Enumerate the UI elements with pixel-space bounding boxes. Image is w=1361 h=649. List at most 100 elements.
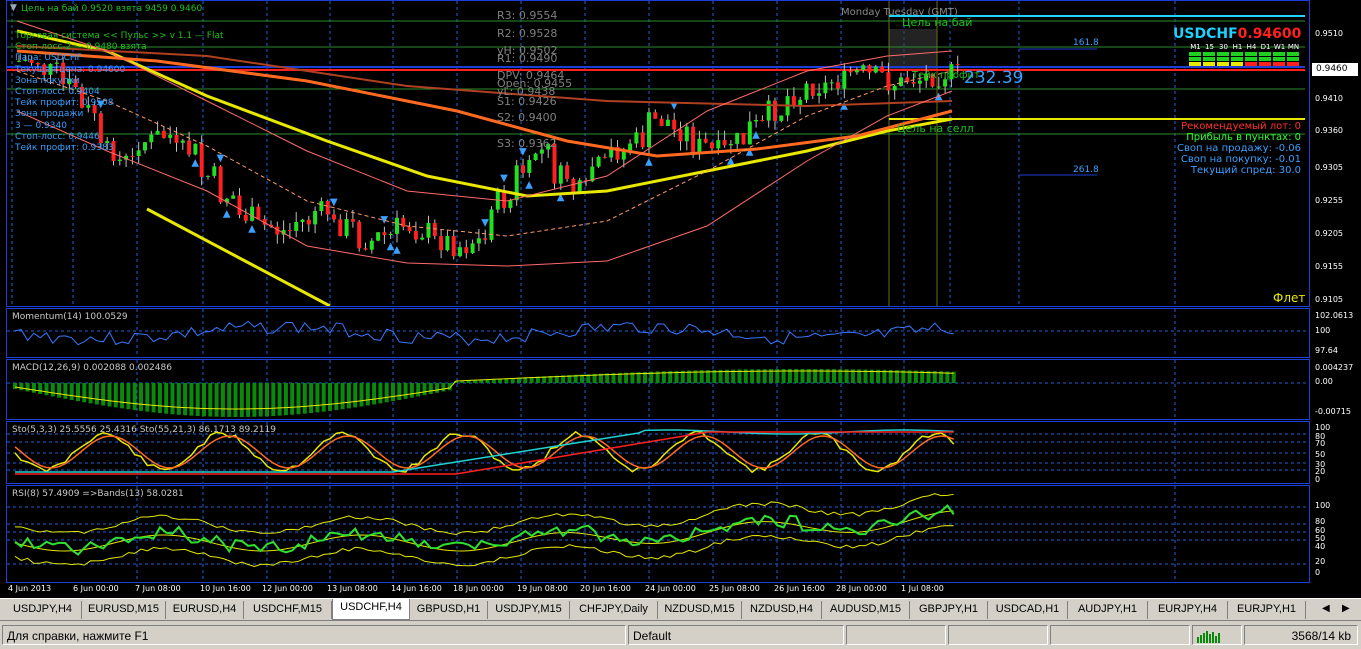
candle-body bbox=[684, 126, 689, 142]
axis-tick: 70 bbox=[1315, 439, 1326, 448]
time-tick: 20 Jun 16:00 bbox=[580, 584, 631, 593]
chart-tab[interactable]: EURUSD,M15 bbox=[82, 601, 166, 619]
candle-body bbox=[237, 195, 242, 215]
axis-tick: 102.0613 bbox=[1315, 311, 1354, 320]
macd-bar bbox=[126, 383, 131, 410]
candle-body bbox=[558, 165, 563, 184]
trend-cell bbox=[1203, 62, 1215, 66]
chart-tab[interactable]: AUDJPY,H1 bbox=[1068, 601, 1148, 619]
tab-scroll-right-icon[interactable]: ▶ bbox=[1342, 603, 1350, 614]
candle-body bbox=[130, 155, 135, 157]
chart-tab[interactable]: CHFJPY,Daily bbox=[570, 601, 658, 619]
candle-body bbox=[313, 211, 318, 225]
main-chart-panel[interactable]: ▼ ▲ ▼ ▲ ▲ ▼ ▼ ▲ ▲ ▼ ▼ ▼ ▲ ▲ ▲ ▼ ▲ ▲ ▲ ▲ ▲ Цель на бай 0.9520… bbox=[6, 0, 1310, 307]
macd-bar bbox=[309, 383, 314, 414]
chart-tab[interactable]: EURJPY,H1 bbox=[1228, 601, 1306, 619]
timeframe-label: H4 bbox=[1246, 43, 1257, 51]
status-profile[interactable]: Default bbox=[628, 625, 844, 645]
macd-bar bbox=[82, 383, 87, 403]
chart-tab[interactable]: NZDUSD,H4 bbox=[742, 601, 822, 619]
candle-body bbox=[911, 82, 916, 84]
candle-body bbox=[243, 214, 248, 221]
tab-scroll-left-icon[interactable]: ◀ bbox=[1322, 603, 1330, 614]
fractal-arrow-icon: ▲ bbox=[223, 208, 231, 219]
macd-bar bbox=[76, 383, 80, 402]
chart-tab[interactable]: USDCHF,H4 bbox=[332, 599, 410, 620]
chart-tab[interactable]: EURUSD,H4 bbox=[166, 601, 244, 619]
chart-tab[interactable]: NZDUSD,M15 bbox=[658, 601, 742, 619]
info-line: Стоп-лосс-2 — 0.9480 взята bbox=[15, 42, 147, 53]
candle-body bbox=[426, 222, 431, 238]
candle-body bbox=[231, 195, 236, 199]
connection-icon[interactable] bbox=[1192, 625, 1242, 645]
time-tick: 12 Jun 00:00 bbox=[262, 584, 313, 593]
fractal-arrow-icon: ▼ bbox=[500, 173, 508, 184]
chart-tab[interactable]: AUDUSD,M15 bbox=[822, 601, 910, 619]
macd-bar bbox=[63, 383, 68, 399]
candle-body bbox=[823, 82, 828, 94]
candle-body bbox=[382, 232, 387, 236]
chart-tab[interactable]: GBPUSD,H1 bbox=[410, 601, 488, 619]
axis-tick: 0.9205 bbox=[1315, 229, 1343, 238]
chart-tab[interactable]: USDJPY,H4 bbox=[4, 601, 82, 619]
stochastic-panel[interactable]: Sto(5,3,3) 25.5556 25.4316 Sto(55,21,3) … bbox=[6, 421, 1310, 484]
pivot-label: R2: 0.9528 bbox=[497, 27, 558, 40]
candle-body bbox=[917, 80, 922, 84]
trend-cell bbox=[1217, 57, 1229, 61]
candle-body bbox=[703, 138, 708, 143]
time-tick: 6 Jun 00:00 bbox=[73, 584, 119, 593]
macd-bar bbox=[239, 383, 244, 417]
session-box bbox=[889, 29, 937, 69]
axis-tick: -0.00715 bbox=[1315, 407, 1351, 416]
candle-body bbox=[464, 247, 469, 254]
chart-tab[interactable]: GBPJPY,H1 bbox=[910, 601, 988, 619]
trend-cell bbox=[1273, 62, 1285, 66]
trend-cell bbox=[1259, 57, 1271, 61]
chart-tab[interactable]: USDCAD,H1 bbox=[988, 601, 1068, 619]
chart-tab[interactable]: USDCHF,M15 bbox=[244, 601, 332, 619]
macd-bar bbox=[422, 383, 427, 396]
macd-bar bbox=[277, 383, 282, 416]
axis-tick: 100 bbox=[1315, 501, 1331, 510]
macd-bar bbox=[365, 383, 370, 406]
candle-body bbox=[867, 65, 872, 73]
status-bar: Для справки, нажмите F1 Default 3568/14 … bbox=[0, 620, 1361, 649]
candle-body bbox=[395, 217, 399, 234]
candle-body bbox=[350, 219, 355, 222]
macd-bar bbox=[346, 383, 351, 409]
axis-tick: 0.004237 bbox=[1315, 363, 1354, 372]
macd-bar bbox=[290, 383, 295, 415]
time-axis: 4 Jun 2013 6 Jun 00:00 7 Jun 08:00 10 Jun 1… bbox=[6, 584, 1310, 597]
axis-tick: 0.9305 bbox=[1315, 163, 1343, 172]
candle-body bbox=[338, 219, 343, 237]
symbol-name: USDCHF bbox=[1173, 26, 1238, 42]
timeframe-cell: H4 bbox=[1245, 43, 1258, 66]
macd-panel[interactable]: MACD(12,26,9) 0.002088 0.002486 bbox=[6, 359, 1310, 420]
momentum-line bbox=[14, 320, 954, 347]
candle-body bbox=[439, 236, 444, 251]
axis-tick: 0.9360 bbox=[1315, 126, 1343, 135]
collapse-arrow-icon[interactable]: ▼ bbox=[10, 3, 17, 13]
timeframe-label: H1 bbox=[1232, 43, 1243, 51]
chart-tab[interactable]: EURJPY,H4 bbox=[1148, 601, 1228, 619]
candle-body bbox=[741, 132, 746, 145]
timeframe-cell: MN bbox=[1287, 43, 1300, 66]
trend-cell bbox=[1231, 52, 1243, 56]
rsi-panel[interactable]: RSI(8) 57.4909 =>Bands(13) 58.0281 bbox=[6, 485, 1310, 583]
macd-bar bbox=[69, 383, 74, 401]
momentum-panel[interactable]: Momentum(14) 100.0529 bbox=[6, 308, 1310, 358]
symbol-title: USDCHF0.94600 bbox=[1173, 26, 1301, 42]
status-empty-3 bbox=[1050, 625, 1190, 645]
candle-body bbox=[508, 200, 513, 208]
candle-body bbox=[344, 219, 349, 237]
candle-body bbox=[773, 100, 777, 121]
candle-body bbox=[842, 70, 847, 89]
fractal-arrow-icon: ▲ bbox=[525, 179, 533, 190]
macd-bar bbox=[353, 383, 358, 408]
chart-tab[interactable]: USDJPY,M15 bbox=[488, 601, 570, 619]
trend-cell bbox=[1203, 52, 1215, 56]
fib-261-label: 261.8 bbox=[1073, 165, 1099, 175]
candle-body bbox=[829, 82, 834, 84]
price-axis: 0.9510 0.9460 0.9410 0.9360 0.9305 0.9255 0.92… bbox=[1311, 0, 1361, 307]
macd-bar bbox=[283, 383, 288, 416]
